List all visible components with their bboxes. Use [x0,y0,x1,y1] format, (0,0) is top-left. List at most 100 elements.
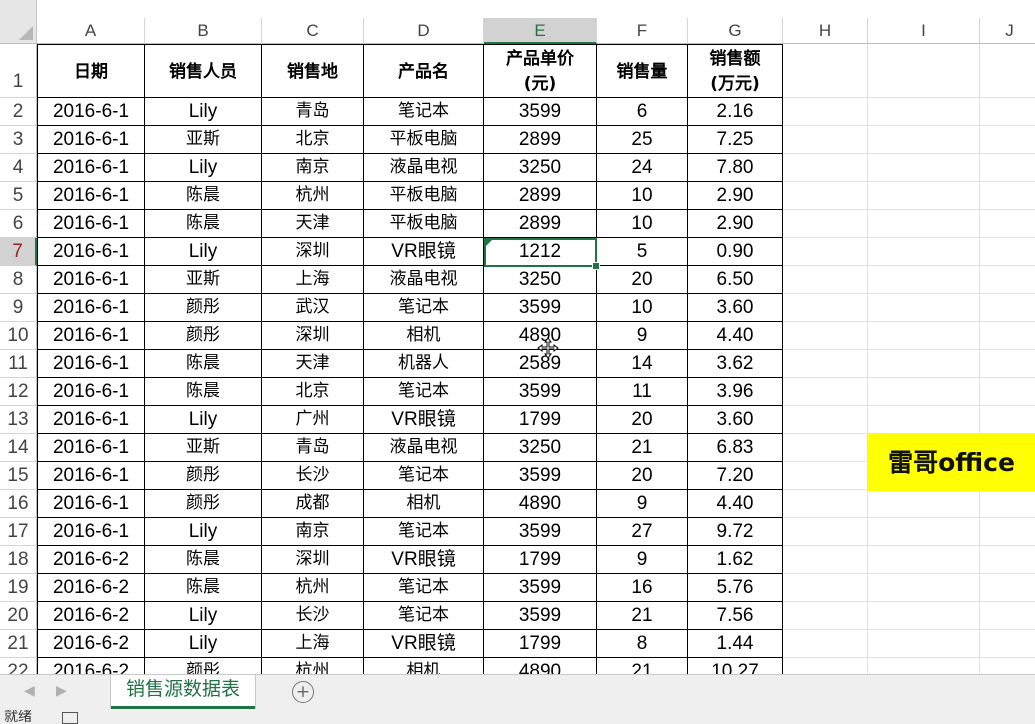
empty-cell[interactable] [783,238,868,266]
fill-handle[interactable] [592,262,600,270]
row-header[interactable]: 7 [0,238,37,266]
scroll-tabs-left-icon[interactable]: ◀ [24,683,35,699]
data-cell[interactable]: VR眼镜 [364,406,484,434]
data-cell[interactable]: 天津 [262,350,364,378]
data-cell[interactable]: 7.20 [688,462,783,490]
row-header[interactable]: 21 [0,630,37,658]
empty-cell[interactable] [980,182,1035,210]
empty-cell[interactable] [783,98,868,126]
data-cell[interactable]: 深圳 [262,546,364,574]
empty-cell[interactable] [783,602,868,630]
data-cell[interactable]: 南京 [262,518,364,546]
data-cell[interactable]: 广州 [262,406,364,434]
empty-cell[interactable] [783,406,868,434]
row-header[interactable]: 14 [0,434,37,462]
empty-cell[interactable] [783,182,868,210]
column-header[interactable]: F [597,18,688,44]
data-cell[interactable]: 3599 [484,98,597,126]
data-cell[interactable]: 笔记本 [364,602,484,630]
data-cell[interactable]: 2016-6-2 [37,658,145,674]
data-cell[interactable]: 3599 [484,294,597,322]
empty-cell[interactable] [868,238,980,266]
row-header[interactable]: 18 [0,546,37,574]
empty-cell[interactable] [783,294,868,322]
empty-cell[interactable] [783,630,868,658]
column-header[interactable]: B [145,18,262,44]
data-cell[interactable]: 2016-6-2 [37,546,145,574]
data-cell[interactable]: 3.62 [688,350,783,378]
empty-cell[interactable] [783,490,868,518]
column-header[interactable]: D [364,18,484,44]
data-cell[interactable]: 颜彤 [145,322,262,350]
row-header[interactable]: 13 [0,406,37,434]
header-cell[interactable]: 销售人员 [145,44,262,98]
empty-cell[interactable] [783,44,868,98]
data-cell[interactable]: 9.72 [688,518,783,546]
empty-cell[interactable] [980,126,1035,154]
row-header[interactable]: 1 [0,44,37,98]
data-cell[interactable]: 9 [597,490,688,518]
macro-record-icon[interactable] [62,712,78,724]
empty-cell[interactable] [868,574,980,602]
data-cell[interactable]: 陈晨 [145,350,262,378]
data-cell[interactable]: 北京 [262,378,364,406]
data-cell[interactable]: 陈晨 [145,546,262,574]
empty-cell[interactable] [868,322,980,350]
empty-cell[interactable] [783,518,868,546]
data-cell[interactable]: 27 [597,518,688,546]
data-cell[interactable]: 杭州 [262,182,364,210]
data-cell[interactable]: 2.90 [688,182,783,210]
data-cell[interactable]: 2899 [484,126,597,154]
row-header[interactable]: 20 [0,602,37,630]
data-cell[interactable]: 武汉 [262,294,364,322]
data-cell[interactable]: 颜彤 [145,490,262,518]
data-cell[interactable]: 2.90 [688,210,783,238]
empty-cell[interactable] [868,602,980,630]
data-cell[interactable]: 3599 [484,574,597,602]
data-cell[interactable]: 5.76 [688,574,783,602]
data-cell[interactable]: 长沙 [262,602,364,630]
row-header[interactable]: 6 [0,210,37,238]
empty-cell[interactable] [868,294,980,322]
data-cell[interactable]: 2016-6-1 [37,322,145,350]
empty-cell[interactable] [783,574,868,602]
column-header[interactable]: J [980,18,1035,44]
empty-cell[interactable] [980,44,1035,98]
data-cell[interactable]: 20 [597,266,688,294]
row-header[interactable]: 22 [0,658,37,674]
column-header[interactable]: G [688,18,783,44]
empty-cell[interactable] [868,210,980,238]
empty-cell[interactable] [868,154,980,182]
empty-cell[interactable] [868,490,980,518]
empty-cell[interactable] [980,546,1035,574]
data-cell[interactable]: 7.80 [688,154,783,182]
empty-cell[interactable] [783,434,868,462]
row-header[interactable]: 10 [0,322,37,350]
empty-cell[interactable] [783,322,868,350]
data-cell[interactable]: 陈晨 [145,210,262,238]
empty-cell[interactable] [980,266,1035,294]
empty-cell[interactable] [980,602,1035,630]
data-cell[interactable]: 笔记本 [364,294,484,322]
data-cell[interactable]: 4.40 [688,490,783,518]
data-cell[interactable]: 2016-6-1 [37,266,145,294]
data-cell[interactable]: 深圳 [262,238,364,266]
row-header[interactable]: 3 [0,126,37,154]
data-cell[interactable]: 亚斯 [145,266,262,294]
data-cell[interactable]: 2016-6-1 [37,518,145,546]
header-cell[interactable]: 日期 [37,44,145,98]
data-cell[interactable]: 2016-6-1 [37,378,145,406]
data-cell[interactable]: 笔记本 [364,574,484,602]
column-header[interactable]: I [868,18,980,44]
data-cell[interactable]: VR眼镜 [364,238,484,266]
header-cell[interactable]: 销售地 [262,44,364,98]
row-header[interactable]: 16 [0,490,37,518]
empty-cell[interactable] [868,518,980,546]
row-header[interactable]: 8 [0,266,37,294]
data-cell[interactable]: 3599 [484,378,597,406]
data-cell[interactable]: Lily [145,98,262,126]
data-cell[interactable]: VR眼镜 [364,546,484,574]
row-header[interactable]: 11 [0,350,37,378]
empty-cell[interactable] [980,154,1035,182]
data-cell[interactable]: Lily [145,154,262,182]
